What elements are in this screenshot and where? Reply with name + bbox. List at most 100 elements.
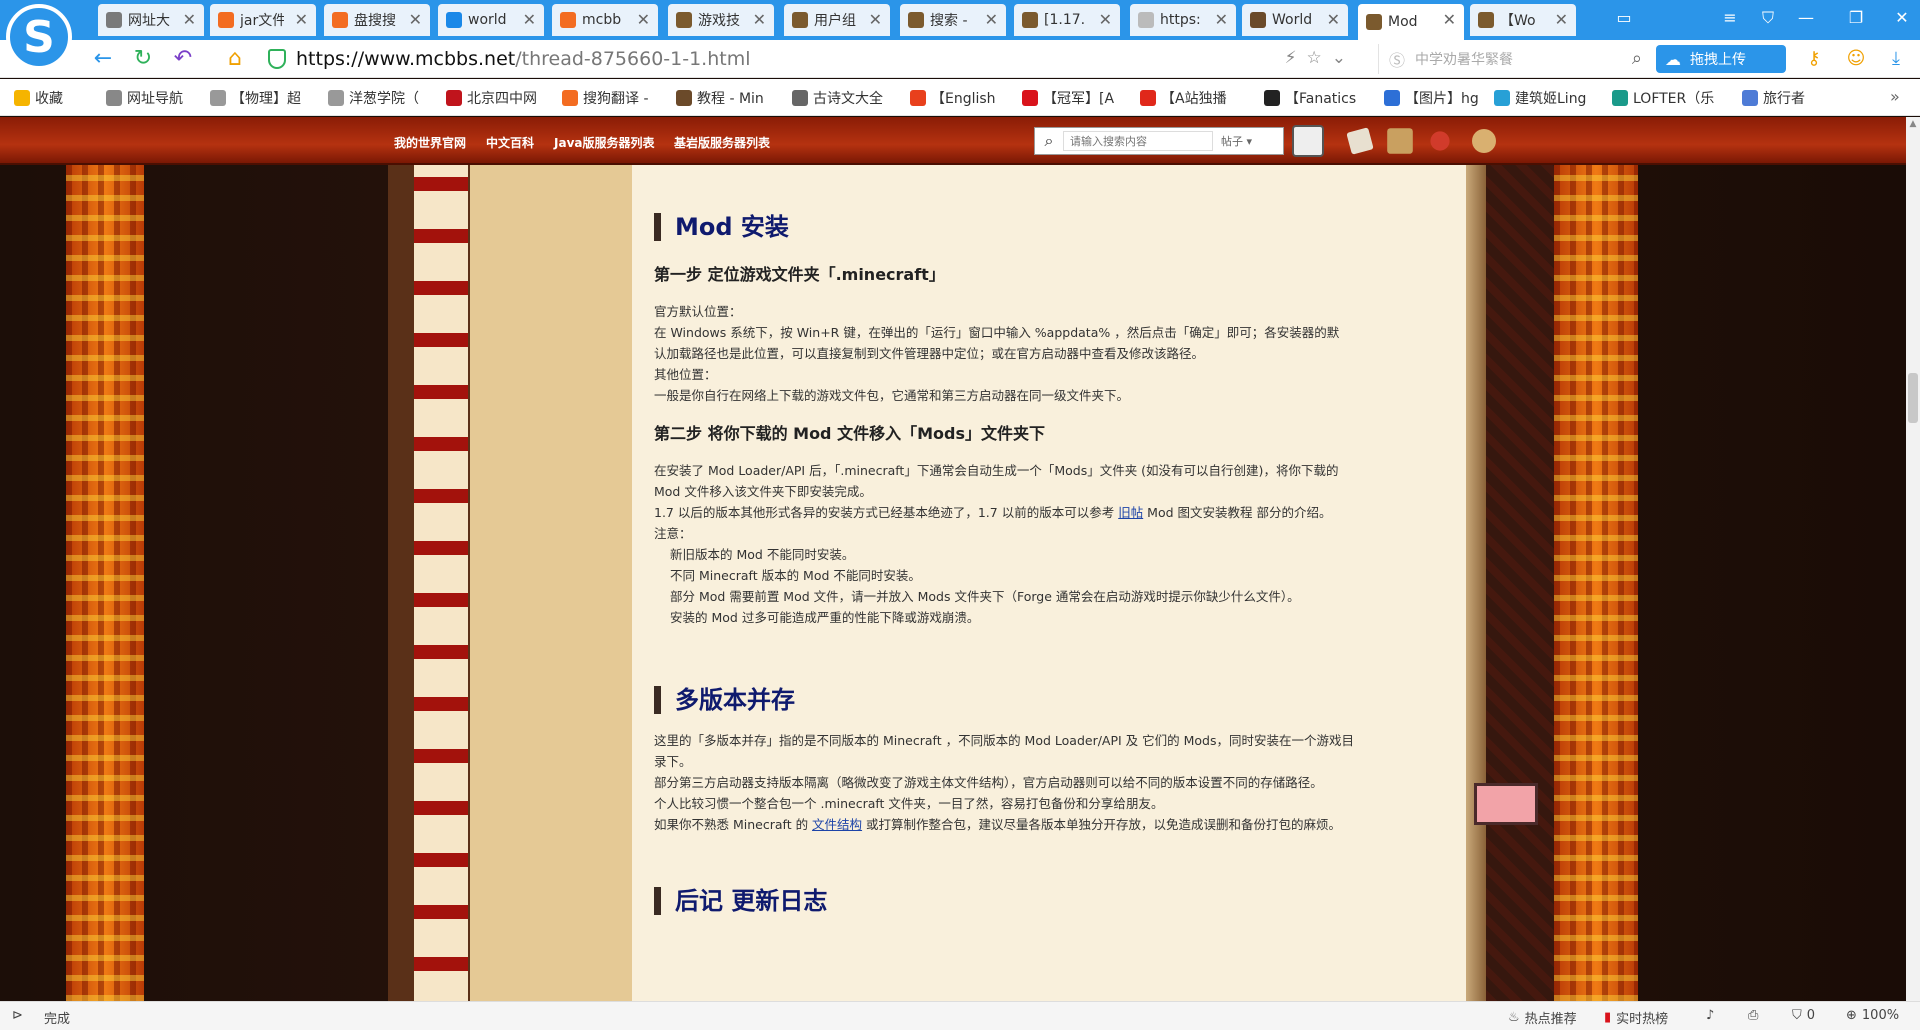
- search-icon[interactable]: ⌕: [1632, 48, 1642, 69]
- close-window-icon[interactable]: ✕: [1890, 8, 1914, 27]
- crafting-table-icon[interactable]: [1387, 128, 1413, 154]
- tab-close-icon[interactable]: ✕: [409, 10, 422, 29]
- tab-8[interactable]: 搜索 - ✕: [900, 4, 1006, 36]
- maximize-icon[interactable]: ❐: [1844, 8, 1868, 27]
- nav-link-official[interactable]: 我的世界官网: [394, 134, 466, 151]
- bookmark-item[interactable]: 北京四中网: [446, 88, 537, 108]
- search-placeholder: 中学劝暑华緊餐: [1415, 52, 1514, 68]
- site-search-input[interactable]: [1063, 131, 1213, 151]
- tab-close-icon[interactable]: ✕: [869, 10, 882, 29]
- avatar[interactable]: [1292, 125, 1324, 157]
- cookie-icon[interactable]: [1472, 129, 1496, 153]
- download-icon[interactable]: ⤓: [1884, 48, 1908, 69]
- tab-10[interactable]: https: ✕: [1130, 4, 1236, 36]
- tab-close-icon[interactable]: ✕: [295, 10, 308, 29]
- nav-link-java-servers[interactable]: Java版服务器列表: [554, 134, 654, 151]
- bookmark-item[interactable]: 【English: [910, 88, 996, 108]
- bookmark-item[interactable]: 建筑姬Ling: [1494, 88, 1586, 108]
- lava-column-right: [1554, 117, 1638, 1001]
- tab-6[interactable]: 游戏技 ✕: [668, 4, 774, 36]
- key-icon[interactable]: ⚷: [1802, 48, 1826, 69]
- url-tools-icons[interactable]: ⚡☆⌄: [1285, 48, 1356, 68]
- tab-close-icon[interactable]: ✕: [1555, 10, 1568, 29]
- site-search-icon[interactable]: ⌕: [1035, 131, 1063, 151]
- search-engine-icon[interactable]: Ⓢ: [1389, 47, 1405, 71]
- potion-icon[interactable]: [1430, 131, 1450, 151]
- tab-close-icon[interactable]: ✕: [1327, 10, 1340, 29]
- page-scrollbar[interactable]: ▲: [1906, 117, 1920, 1001]
- shield-icon: ⛉: [1792, 1008, 1802, 1023]
- tab-13[interactable]: 【Wo ✕: [1470, 4, 1576, 36]
- tab-close-icon[interactable]: ✕: [523, 10, 536, 29]
- undo-close-icon[interactable]: ↶: [170, 46, 196, 71]
- tab-3[interactable]: 盘搜搜 ✕: [324, 4, 430, 36]
- bookmark-item[interactable]: 【物理】超: [210, 88, 301, 108]
- tab-close-icon[interactable]: ✕: [1443, 10, 1456, 29]
- bookmark-item[interactable]: 收藏: [14, 88, 63, 108]
- tab-12[interactable]: Mod ✕: [1358, 4, 1464, 40]
- bookmark-label: 古诗文大全: [813, 91, 883, 107]
- step-2-text: 在安装了 Mod Loader/API 后，「.minecraft」下通常会自动…: [654, 460, 1414, 628]
- tab-11[interactable]: World ✕: [1242, 4, 1348, 36]
- tab-1[interactable]: 网址大 ✕: [98, 4, 204, 36]
- sound-icon[interactable]: ♪: [1706, 1008, 1714, 1023]
- tab-favicon-icon: [1250, 12, 1266, 28]
- tab-close-icon[interactable]: ✕: [1099, 10, 1112, 29]
- tab-2[interactable]: jar文件 ✕: [210, 4, 316, 36]
- bookmark-item[interactable]: LOFTER（乐: [1612, 88, 1714, 108]
- bookmark-favicon-icon: [1022, 90, 1038, 106]
- bookmark-item[interactable]: 网址导航: [106, 88, 183, 108]
- tab-close-icon[interactable]: ✕: [637, 10, 650, 29]
- old-post-link[interactable]: 旧帖: [1118, 505, 1143, 520]
- bookmark-favicon-icon: [210, 90, 226, 106]
- tab-list-icon[interactable]: ▭: [1612, 8, 1636, 27]
- hot-recommend[interactable]: ♨ 热点推荐: [1508, 1008, 1577, 1027]
- tab-close-icon[interactable]: ✕: [985, 10, 998, 29]
- sidebar-toggle-icon[interactable]: ⊳: [12, 1008, 23, 1023]
- home-icon[interactable]: ⌂: [222, 46, 248, 71]
- back-icon[interactable]: ←: [90, 46, 116, 71]
- tab-close-icon[interactable]: ✕: [1215, 10, 1228, 29]
- tab-close-icon[interactable]: ✕: [753, 10, 766, 29]
- browser-logo-icon[interactable]: [6, 4, 72, 70]
- realtime-hot[interactable]: ▮ 实时热榜: [1604, 1008, 1668, 1027]
- back-to-top-pig-icon[interactable]: [1474, 783, 1538, 825]
- bookmark-item[interactable]: 洋葱学院（: [328, 88, 419, 108]
- search-input[interactable]: Ⓢ 中学劝暑华緊餐 ⌕: [1378, 44, 1648, 74]
- nav-link-bedrock-servers[interactable]: 基岩版服务器列表: [674, 134, 770, 151]
- emoji-icon[interactable]: ☺: [1844, 48, 1868, 69]
- bookmark-item[interactable]: 【图片】hg: [1384, 88, 1479, 108]
- menu-icon[interactable]: ≡: [1718, 8, 1742, 27]
- bookmark-label: 收藏: [35, 91, 63, 107]
- scroll-up-icon[interactable]: ▲: [1906, 119, 1920, 129]
- bookmark-item[interactable]: 旅行者: [1742, 88, 1805, 108]
- mail-icon[interactable]: [1346, 127, 1374, 155]
- tab-4[interactable]: world ✕: [438, 4, 544, 36]
- upload-button[interactable]: ☁ 拖拽上传: [1656, 45, 1786, 73]
- bookmark-favicon-icon: [562, 90, 578, 106]
- bookmark-item[interactable]: 【A站独播: [1140, 88, 1227, 108]
- bookmark-item[interactable]: 【冠军】[A: [1022, 88, 1114, 108]
- zoom-icon: ⊕: [1846, 1008, 1857, 1023]
- tab-5[interactable]: mcbb ✕: [552, 4, 658, 36]
- url-field[interactable]: https://www.mcbbs.net /thread-875660-1-1…: [268, 44, 1364, 74]
- file-structure-link[interactable]: 文件结构: [812, 817, 862, 832]
- scrollbar-thumb[interactable]: [1908, 373, 1918, 423]
- skin-icon[interactable]: ⛉: [1756, 8, 1780, 28]
- bookmark-item[interactable]: 【Fanatics: [1264, 88, 1356, 108]
- chart-icon: ▮: [1604, 1010, 1612, 1025]
- screenshot-icon[interactable]: ⎙: [1748, 1008, 1758, 1023]
- refresh-icon[interactable]: ↻: [130, 46, 156, 71]
- search-type-select[interactable]: 帖子 ▾: [1221, 133, 1252, 149]
- tab-9[interactable]: [1.17. ✕: [1014, 4, 1120, 36]
- zoom-control[interactable]: ⊕ 100%: [1846, 1008, 1899, 1023]
- tab-close-icon[interactable]: ✕: [183, 10, 196, 29]
- bookmark-item[interactable]: 搜狗翻译 -: [562, 88, 649, 108]
- ad-block[interactable]: ⛉ 0: [1792, 1008, 1815, 1023]
- tab-7[interactable]: 用户组 ✕: [784, 4, 890, 36]
- minimize-icon[interactable]: —: [1794, 8, 1818, 27]
- bookmark-item[interactable]: 古诗文大全: [792, 88, 883, 108]
- nav-link-wiki[interactable]: 中文百科: [486, 134, 534, 151]
- bookmark-item[interactable]: 教程 - Min: [676, 88, 764, 108]
- more-bookmarks-icon[interactable]: »: [1890, 87, 1900, 106]
